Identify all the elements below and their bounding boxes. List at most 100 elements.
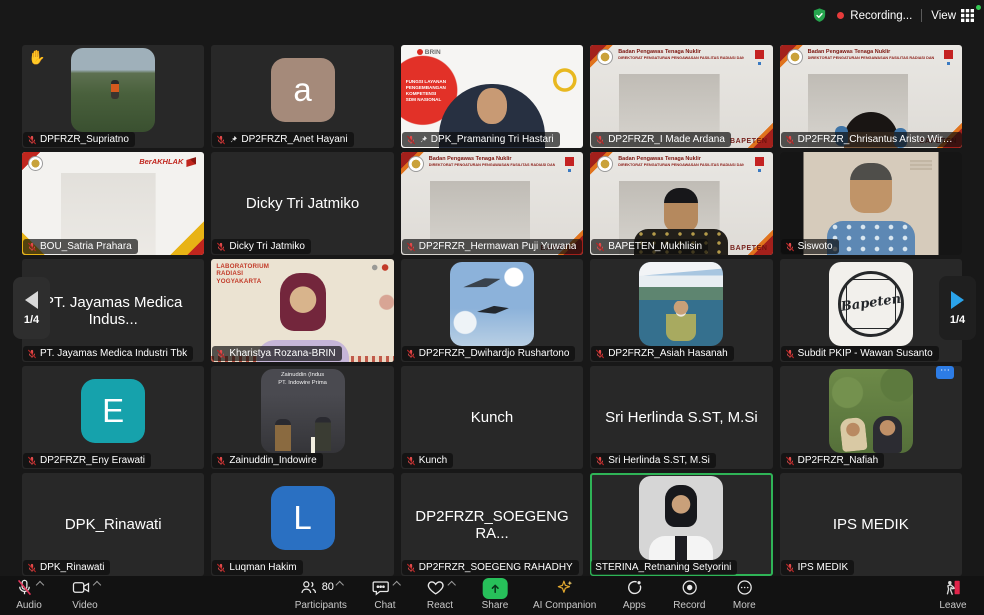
participants-count: 80: [322, 581, 334, 593]
more-button[interactable]: More: [727, 578, 761, 611]
chevron-up-icon[interactable]: [447, 581, 455, 589]
mic-muted-icon: [406, 135, 416, 145]
view-button[interactable]: View: [931, 9, 974, 22]
participant-tile[interactable]: DP2FRZR_Dwihardjo Rushartono: [401, 259, 583, 362]
page-indicator: 1/4: [24, 314, 39, 326]
participants-icon: [299, 578, 319, 597]
participant-tile[interactable]: Badan Pengawas Tenaga Nuklir DIREKTORAT …: [780, 45, 962, 148]
top-bar-right-cluster: Recording... View: [811, 7, 974, 24]
participant-name: DP2FRZR_Hermawan Puji Yuwana: [419, 241, 577, 252]
participant-tile[interactable]: DP2FRZR_Asiah Hasanah: [590, 259, 772, 362]
apps-button[interactable]: Apps: [617, 578, 651, 611]
record-button[interactable]: Record: [672, 578, 706, 611]
toolbar-right-group: Leave: [936, 578, 970, 611]
virtual-bg-watermark: BAPETEN: [730, 245, 768, 252]
video-button[interactable]: Video: [68, 578, 102, 611]
participant-tile[interactable]: a DP2FRZR_Anet Hayani: [211, 45, 393, 148]
ai-companion-button[interactable]: AI Companion: [533, 578, 596, 611]
participant-name: DP2FRZR_Nafiah: [798, 455, 879, 466]
participants-button[interactable]: 80 Participants: [295, 578, 347, 611]
participant-tile[interactable]: Siswoto: [780, 152, 962, 255]
participant-name: DP2FRZR_Chrisantus Aristo Wirawan Dwi...: [798, 134, 956, 145]
name-label: DP2FRZR_SOEGENG RAHADHY: [402, 560, 579, 575]
participant-tile[interactable]: LABORATORIUM RADIASI YOGYAKARTA Kharisty…: [211, 259, 393, 362]
participant-tile[interactable]: Badan Pengawas Tenaga Nuklir DIREKTORAT …: [590, 45, 772, 148]
avatar-letter: L: [271, 486, 335, 550]
share-button[interactable]: Share: [478, 578, 512, 611]
name-label: Dicky Tri Jatmiko: [212, 239, 311, 254]
participant-tile[interactable]: IPS MEDIK IPS MEDIK: [780, 473, 962, 576]
chevron-up-icon[interactable]: [392, 581, 400, 589]
participant-tile[interactable]: ⋯ DP2FRZR_Nafiah: [780, 366, 962, 469]
virtual-bg-text: FUNGSI LAYANAN PENGEMBANGAN KOMPETENSI S…: [406, 79, 450, 103]
prev-page-button[interactable]: 1/4: [13, 277, 50, 339]
participant-tile[interactable]: Dicky Tri Jatmiko Dicky Tri Jatmiko: [211, 152, 393, 255]
mic-muted-icon: [27, 242, 37, 252]
participant-tile[interactable]: Kunch Kunch: [401, 366, 583, 469]
mic-muted-icon: [595, 135, 605, 145]
participant-name: DP2FRZR_Anet Hayani: [241, 134, 347, 145]
participant-name: Kunch: [419, 455, 447, 466]
top-bar: Recording... View: [0, 0, 984, 33]
view-label: View: [931, 10, 956, 22]
participant-tile[interactable]: BerAKHLAK BOU_Satria Prahara: [22, 152, 204, 255]
react-button[interactable]: React: [423, 578, 457, 611]
participant-tile[interactable]: L Luqman Hakim: [211, 473, 393, 576]
security-shield-icon[interactable]: [811, 7, 828, 24]
virtual-bg-subtitle: DIREKTORAT PENGATURAN PENGAWASAN FASILIT…: [808, 56, 934, 60]
mic-muted-icon: [27, 135, 37, 145]
name-label: Zainuddin_Indowire: [212, 453, 322, 468]
participant-tile[interactable]: Badan Pengawas Tenaga Nuklir DIREKTORAT …: [590, 152, 772, 255]
name-label: Luqman Hakim: [212, 560, 302, 575]
name-label: DP2FRZR_I Made Ardana: [591, 132, 731, 147]
participant-tile[interactable]: STERINA_Retnaning Setyorini: [590, 473, 772, 576]
participant-tile[interactable]: Bapeten Subdit PKIP - Wawan Susanto: [780, 259, 962, 362]
avatar: Zainuddin (Indus PT. Indowire Prima: [261, 369, 345, 453]
participant-name: DP2FRZR_Eny Erawati: [40, 455, 145, 466]
audio-button[interactable]: Audio: [12, 578, 46, 611]
next-page-button[interactable]: 1/4: [939, 276, 976, 340]
more-icon: [734, 578, 754, 597]
mic-muted-icon: [595, 242, 605, 252]
mic-muted-icon: [216, 349, 226, 359]
virtual-bg-subtitle: DIREKTORAT PENGATURAN PENGAWASAN FASILIT…: [429, 163, 555, 167]
chevron-up-icon[interactable]: [92, 581, 100, 589]
chevron-up-icon[interactable]: [336, 581, 344, 589]
leave-button[interactable]: Leave: [936, 578, 970, 611]
more-label: More: [733, 600, 756, 611]
avatar: [639, 476, 723, 560]
participant-tile[interactable]: DP2FRZR_SOEGENG RA... DP2FRZR_SOEGENG RA…: [401, 473, 583, 576]
virtual-bg-watermark: BAPETEN: [730, 138, 768, 145]
mic-muted-icon: [785, 456, 795, 466]
avatar: [829, 369, 913, 453]
participant-tile[interactable]: DPK_Rinawati DPK_Rinawati: [22, 473, 204, 576]
name-label: PT. Jayamas Medica Industri Tbk: [23, 346, 193, 361]
react-label: React: [427, 600, 453, 611]
participant-tile[interactable]: ✋ DPFRZR_Supriatno: [22, 45, 204, 148]
participant-tile[interactable]: Zainuddin (Indus PT. Indowire Prima Zain…: [211, 366, 393, 469]
participant-name: Subdit PKIP - Wawan Susanto: [798, 348, 933, 359]
name-label: DP2FRZR_Hermawan Puji Yuwana: [402, 239, 583, 254]
mic-muted-icon: [406, 349, 416, 359]
mic-muted-icon: [27, 349, 37, 359]
participant-name: Zainuddin_Indowire: [229, 455, 316, 466]
participant-name: BAPETEN_Mukhlisin: [608, 241, 702, 252]
virtual-bg-title: Badan Pengawas Tenaga Nuklir: [618, 49, 701, 55]
toolbar: Audio Video 80 Participants: [0, 576, 984, 615]
participant-name: BOU_Satria Prahara: [40, 241, 132, 252]
chevron-up-icon[interactable]: [36, 581, 44, 589]
name-label: DPK_Rinawati: [23, 560, 110, 575]
avatar-caption: Zainuddin (Indus: [261, 372, 345, 378]
chat-button[interactable]: Chat: [368, 578, 402, 611]
name-label: DPK_Pramaning Tri Hastari: [402, 132, 560, 147]
recording-indicator[interactable]: Recording...: [837, 10, 912, 22]
virtual-bg-title: Badan Pengawas Tenaga Nuklir: [429, 156, 512, 162]
participant-name: DP2FRZR_Asiah Hasanah: [608, 348, 728, 359]
tile-more-button[interactable]: ⋯: [936, 366, 954, 379]
participant-tile[interactable]: Sri Herlinda S.ST, M.Si Sri Herlinda S.S…: [590, 366, 772, 469]
participant-tile[interactable]: E DP2FRZR_Eny Erawati: [22, 366, 204, 469]
name-label: Subdit PKIP - Wawan Susanto: [781, 346, 939, 361]
participant-tile[interactable]: FUNGSI LAYANAN PENGEMBANGAN KOMPETENSI S…: [401, 45, 583, 148]
participant-tile[interactable]: Badan Pengawas Tenaga Nuklir DIREKTORAT …: [401, 152, 583, 255]
raised-hand-icon: ✋: [28, 49, 45, 66]
